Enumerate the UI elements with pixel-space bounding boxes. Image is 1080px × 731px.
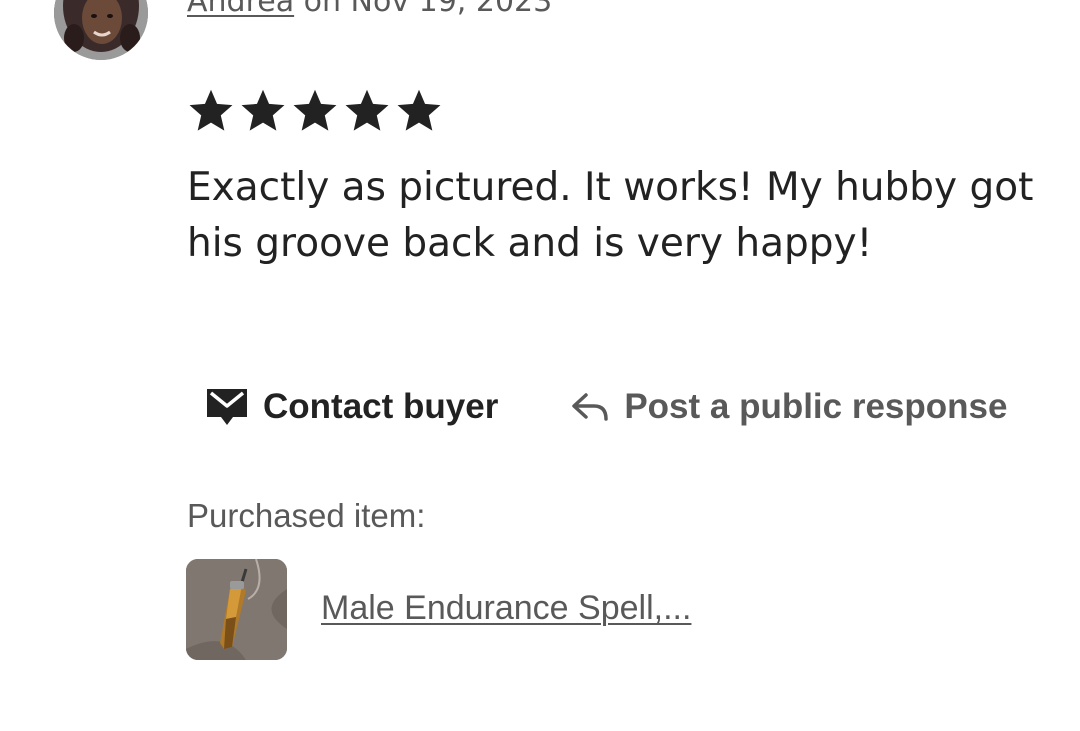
star-icon bbox=[397, 89, 441, 131]
review-meta: Andrea on Nov 19, 2023 bbox=[187, 0, 552, 22]
reply-arrow-icon bbox=[570, 391, 610, 423]
review-actions: Contact buyer Post a public response bbox=[205, 382, 1007, 432]
purchased-item-link[interactable]: Male Endurance Spell,... bbox=[321, 586, 691, 630]
post-public-response-label: Post a public response bbox=[624, 387, 1008, 426]
review-text: Exactly as pictured. It works! My hubby … bbox=[187, 165, 1034, 266]
purchased-item-label: Purchased item: bbox=[187, 497, 426, 534]
reviewer-name-link[interactable]: Andrea bbox=[187, 0, 294, 19]
star-icon bbox=[293, 89, 337, 131]
post-public-response-button[interactable]: Post a public response bbox=[570, 387, 1007, 427]
reviewer-avatar[interactable] bbox=[54, 0, 148, 60]
contact-buyer-button[interactable]: Contact buyer bbox=[205, 387, 498, 427]
star-icon bbox=[241, 89, 285, 131]
star-icon bbox=[345, 89, 389, 131]
review-date: on Nov 19, 2023 bbox=[294, 0, 553, 19]
purchased-item-thumbnail[interactable] bbox=[186, 559, 287, 660]
envelope-icon bbox=[205, 387, 249, 427]
star-icon bbox=[189, 89, 233, 131]
contact-buyer-label: Contact buyer bbox=[263, 387, 499, 426]
star-rating bbox=[186, 86, 444, 136]
